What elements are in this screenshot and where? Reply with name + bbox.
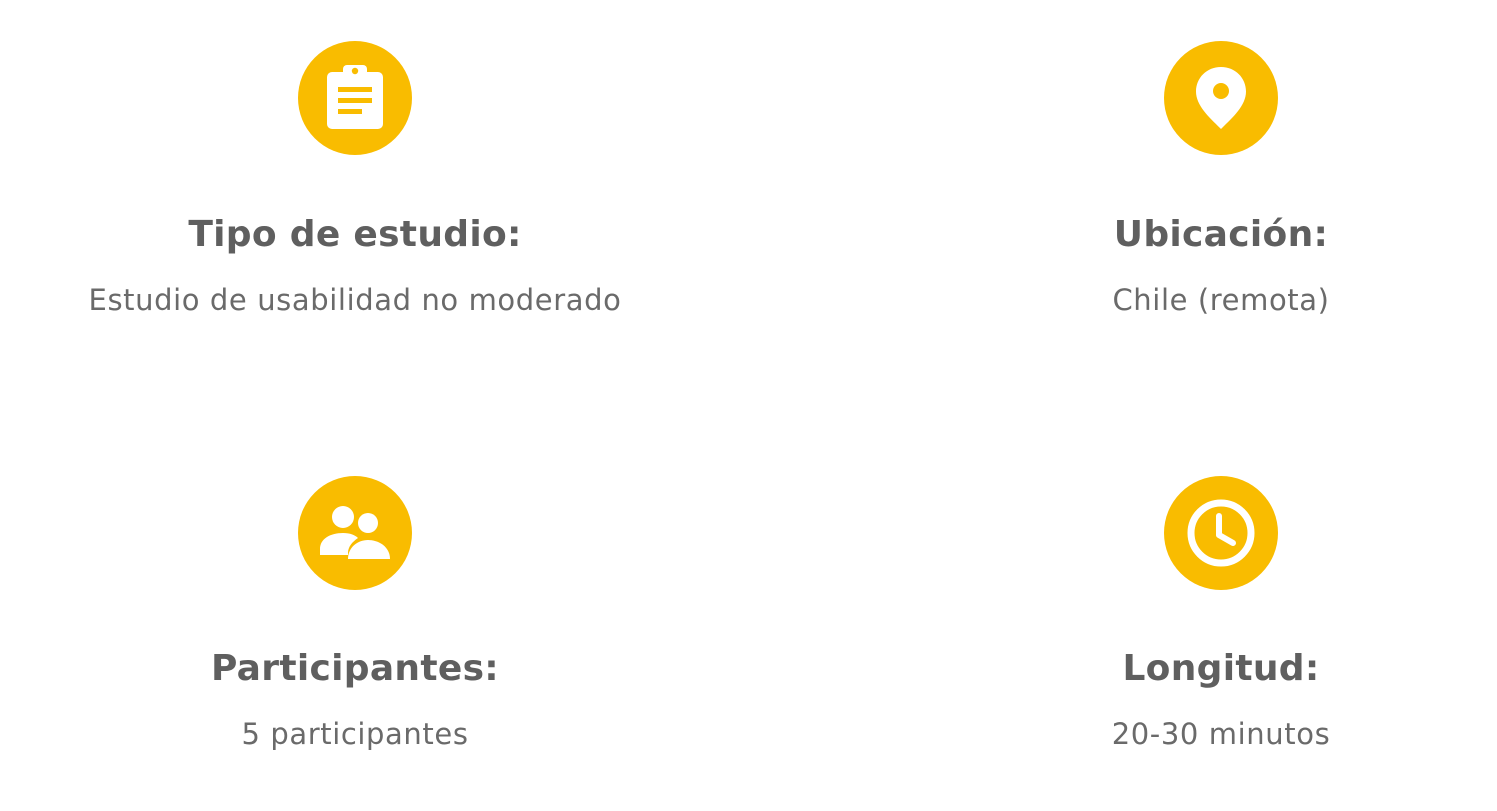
- duration-value: 20-30 minutos: [1111, 717, 1331, 751]
- duration-title: Longitud:: [1122, 648, 1320, 689]
- study-type-title: Tipo de estudio:: [188, 214, 522, 255]
- participants-card: Participantes: 5 participantes: [45, 434, 665, 804]
- study-details-page: Tipo de estudio: Estudio de usabilidad n…: [0, 0, 1497, 811]
- location-card: Ubicación: Chile (remota): [911, 0, 1497, 360]
- clock-icon: [1187, 499, 1255, 567]
- study-type-value: Estudio de usabilidad no moderado: [88, 283, 622, 317]
- participants-title: Participantes:: [210, 648, 500, 689]
- participants-value: 5 participantes: [241, 717, 469, 751]
- location-pin-icon: [1196, 67, 1246, 129]
- clipboard-icon: [327, 65, 383, 129]
- duration-card: Longitud: 20-30 minutos: [911, 434, 1497, 804]
- location-pin-icon-circle: [1164, 41, 1278, 155]
- people-icon: [320, 506, 390, 559]
- location-value: Chile (remota): [1112, 283, 1330, 317]
- study-type-card: Tipo de estudio: Estudio de usabilidad n…: [45, 0, 665, 360]
- people-icon-circle: [298, 476, 412, 590]
- clipboard-icon-circle: [298, 41, 412, 155]
- clock-icon-circle: [1164, 476, 1278, 590]
- location-title: Ubicación:: [1113, 214, 1329, 255]
